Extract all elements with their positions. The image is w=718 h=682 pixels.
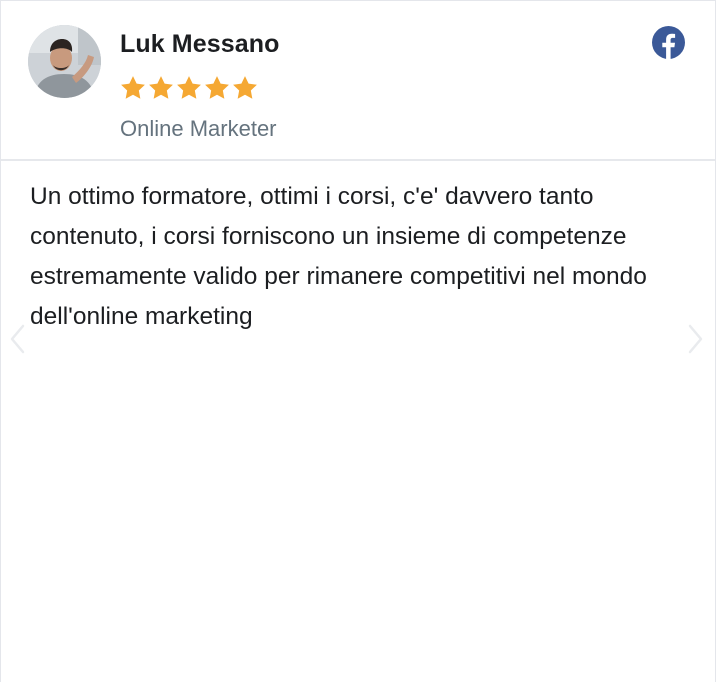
reviewer-role: Online Marketer bbox=[120, 116, 277, 141]
star-icon bbox=[121, 76, 145, 99]
star-rating bbox=[119, 74, 259, 104]
avatar-photo bbox=[28, 25, 101, 98]
star-icon bbox=[149, 76, 173, 99]
review-text: Un ottimo formatore, ottimi i corsi, c'e… bbox=[30, 183, 647, 330]
review-header: Luk Messano Online Marketer bbox=[1, 1, 715, 161]
reviewer-name: Luk Messano bbox=[120, 30, 280, 58]
facebook-icon[interactable] bbox=[652, 26, 685, 59]
chevron-left-icon[interactable] bbox=[8, 323, 26, 355]
star-icon bbox=[233, 76, 257, 99]
chevron-right-icon[interactable] bbox=[687, 323, 705, 355]
star-icon bbox=[177, 76, 201, 99]
star-icon bbox=[205, 76, 229, 99]
avatar bbox=[28, 25, 101, 98]
review-card: Luk Messano Online Marketer Un ottimo fo… bbox=[0, 0, 716, 682]
